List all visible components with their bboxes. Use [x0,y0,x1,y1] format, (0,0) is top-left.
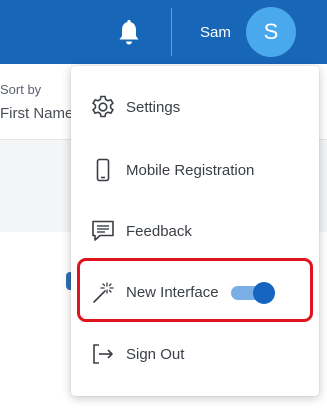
toggle-knob [253,282,275,304]
top-navigation-bar: Sam S [0,0,327,64]
topbar-divider [171,8,172,56]
user-name[interactable]: Sam [200,24,231,41]
avatar[interactable]: S [246,7,296,57]
user-dropdown-menu: Settings Mobile Registration Feedback Ne… [71,66,319,396]
menu-item-label: Mobile Registration [126,161,255,179]
sort-by-label: Sort by [0,82,42,97]
feedback-icon [89,217,117,245]
menu-item-sign-out[interactable]: Sign Out [71,332,319,376]
gear-icon [89,93,117,121]
sort-by-value[interactable]: First Name [0,105,73,122]
menu-item-settings[interactable]: Settings [71,85,319,129]
menu-item-feedback[interactable]: Feedback [71,209,319,253]
menu-item-new-interface[interactable]: New Interface [71,270,319,314]
menu-item-label: Settings [126,98,181,116]
mobile-phone-icon [89,156,117,184]
menu-item-label: Feedback [126,222,192,240]
magic-wand-icon [89,278,117,306]
bell-icon[interactable] [114,18,144,48]
menu-item-label: Sign Out [126,345,185,363]
menu-item-label: New Interface [126,283,219,301]
new-interface-toggle[interactable] [231,282,277,304]
menu-item-mobile-registration[interactable]: Mobile Registration [71,148,319,192]
sign-out-icon [89,340,117,368]
